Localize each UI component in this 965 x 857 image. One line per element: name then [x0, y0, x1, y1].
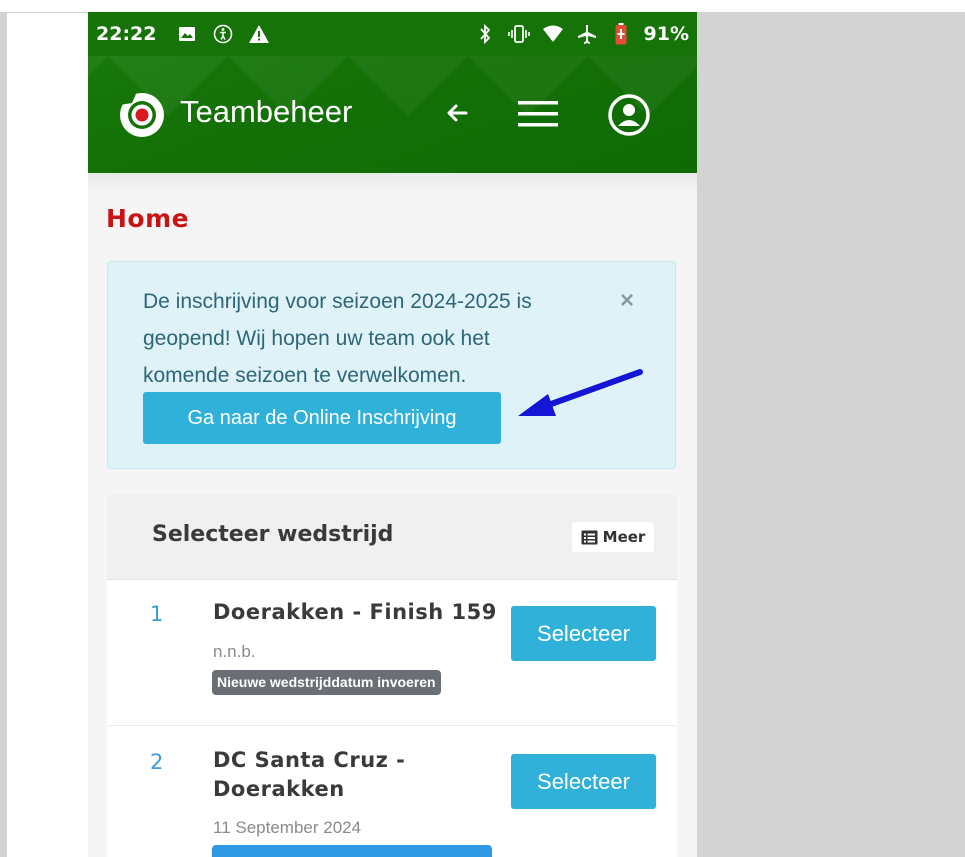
card-title: Selecteer wedstrijd — [152, 522, 394, 547]
menu-icon[interactable] — [516, 98, 560, 130]
more-label: Meer — [602, 528, 646, 546]
more-button[interactable]: Meer — [572, 522, 654, 552]
teambeheer-logo-icon[interactable] — [118, 91, 166, 139]
match-date: 11 September 2024 — [213, 818, 362, 837]
online-registration-button[interactable]: Ga naar de Online Inschrijving — [143, 392, 501, 444]
select-match-button[interactable]: Selecteer — [511, 606, 656, 661]
right-gutter — [697, 12, 965, 857]
new-date-badge[interactable]: Nieuwe wedstrijddatum invoeren — [212, 670, 441, 695]
app-bar: Teambeheer — [88, 56, 697, 173]
match-number: 1 — [150, 602, 164, 626]
select-match-button[interactable]: Selecteer — [511, 754, 656, 809]
bluetooth-icon — [474, 23, 496, 45]
warning-icon — [248, 23, 270, 45]
app-bar-shadow — [88, 173, 697, 193]
registration-alert: De inschrijving voor seizoen 2024-2025 i… — [107, 261, 676, 469]
phone-screen: 22:22 91% Teambeheer Home De inschrijvin… — [88, 12, 697, 857]
airplane-icon — [576, 23, 598, 45]
match-date: n.n.b. — [213, 642, 256, 661]
battery-icon — [610, 23, 632, 45]
match-row: 2 DC Santa Cruz - Doerakken 11 September… — [107, 726, 677, 857]
wifi-icon — [542, 23, 564, 45]
status-left-icons — [176, 23, 270, 45]
status-time: 22:22 — [96, 23, 157, 45]
close-icon[interactable]: × — [620, 287, 634, 315]
vibrate-icon — [507, 23, 530, 45]
match-number: 2 — [150, 750, 164, 774]
main-content: Home De inschrijving voor seizoen 2024-2… — [88, 173, 697, 857]
match-row: 1 Doerakken - Finish 159 n.n.b. Nieuwe w… — [107, 580, 677, 726]
image-icon — [176, 23, 198, 45]
status-right-icons: 91% — [474, 23, 689, 45]
match-badge — [212, 845, 492, 857]
app-brand[interactable]: Teambeheer — [180, 94, 352, 130]
battery-percent: 91% — [643, 23, 689, 45]
left-gutter — [0, 12, 7, 857]
status-bar: 22:22 91% — [88, 12, 697, 56]
back-arrow-icon[interactable] — [444, 100, 470, 126]
match-selection-card: Selecteer wedstrijd Meer 1 Doerakken - F… — [107, 495, 677, 857]
annotation-arrow-icon — [518, 369, 643, 416]
match-teams: Doerakken - Finish 159 — [213, 600, 497, 624]
user-account-icon[interactable] — [607, 93, 651, 137]
page-title: Home — [106, 204, 190, 233]
list-icon — [581, 530, 598, 544]
match-teams: DC Santa Cruz - Doerakken — [213, 748, 406, 801]
card-header: Selecteer wedstrijd Meer — [107, 495, 677, 580]
accessibility-icon — [212, 23, 234, 45]
